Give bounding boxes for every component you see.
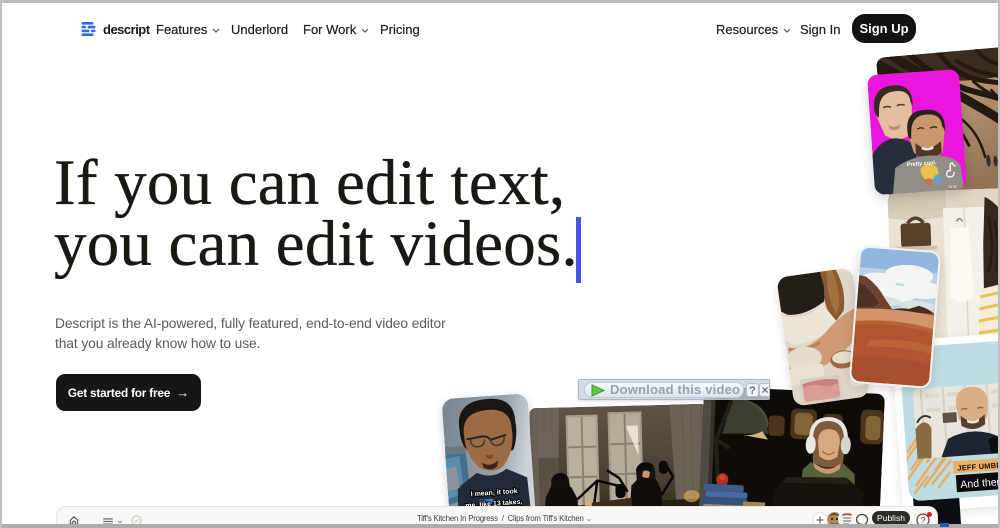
svg-text:TikTok: TikTok — [948, 184, 958, 189]
